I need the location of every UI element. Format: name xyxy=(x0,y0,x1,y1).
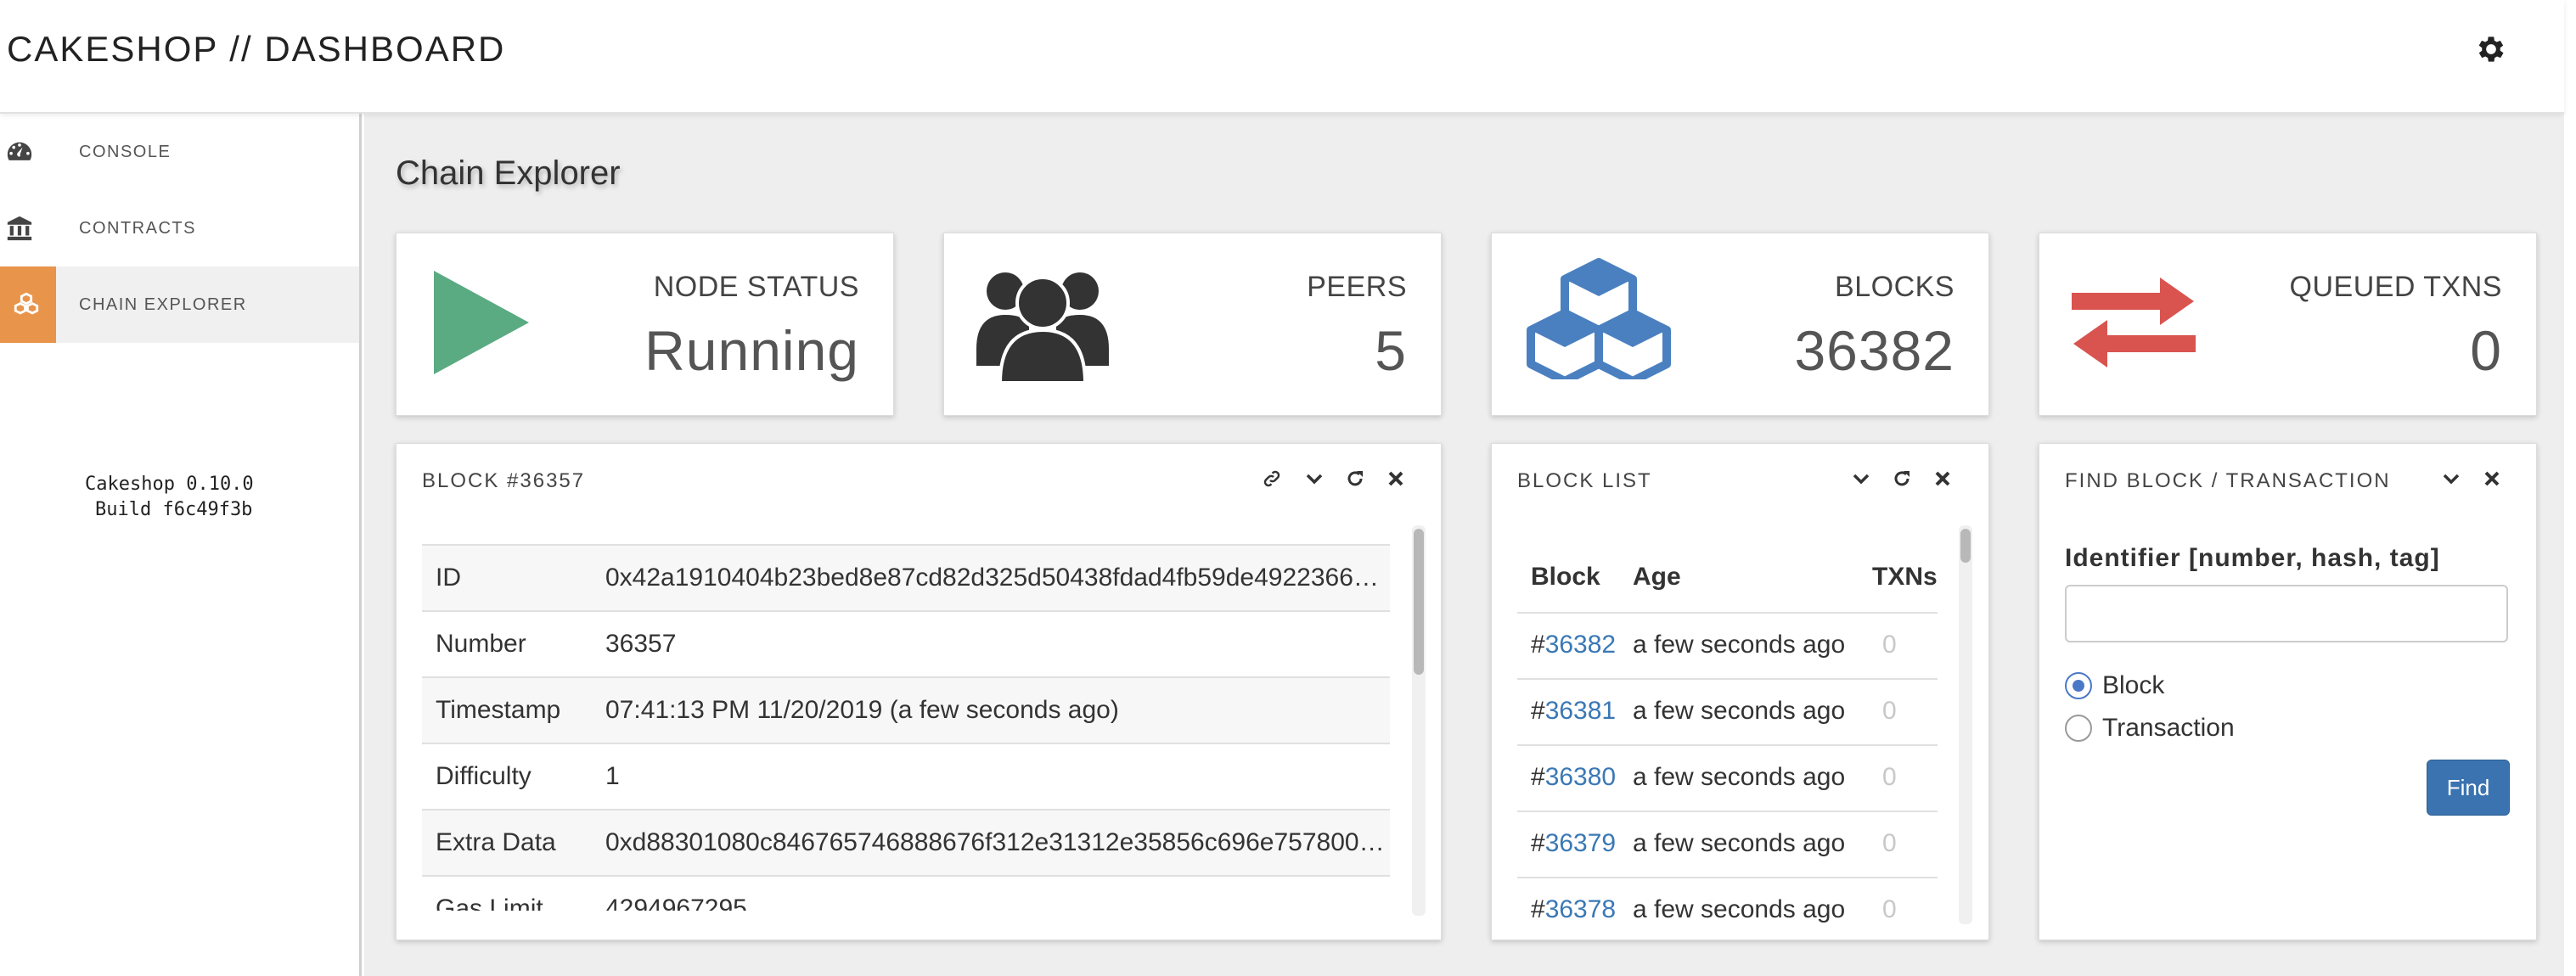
identifier-input[interactable] xyxy=(2065,585,2508,642)
column-header-age[interactable]: Age xyxy=(1633,563,1681,592)
block-list-row: #36380 a few seconds ago 0 xyxy=(1517,744,1938,811)
detail-row-number: Number 36357 xyxy=(422,610,1390,676)
sidebar-item-label: CONSOLE xyxy=(79,142,172,161)
radio-button[interactable] xyxy=(2065,715,2092,742)
stat-label: PEERS xyxy=(1307,271,1407,303)
detail-row-difficulty: Difficulty 1 xyxy=(422,743,1390,809)
users-group-icon xyxy=(976,272,1109,383)
detail-row-extra-data: Extra Data 0xd88301080c846765746888676f3… xyxy=(422,809,1390,875)
app-title: CAKESHOP // DASHBOARD xyxy=(7,29,506,69)
find-widget: FIND BLOCK / TRANSACTION Identifier [num… xyxy=(2039,443,2537,940)
sidebar-item-chain-explorer[interactable]: CHAIN EXPLORER xyxy=(0,266,359,343)
link-icon[interactable] xyxy=(1259,466,1285,491)
widget-title: FIND BLOCK / TRANSACTION xyxy=(2065,469,2391,492)
find-button[interactable]: Find xyxy=(2427,760,2510,816)
block-list-row: #36379 a few seconds ago 0 xyxy=(1517,811,1938,877)
block-list-widget: BLOCK LIST Block Age TXNs #36382 a few s… xyxy=(1491,443,1989,940)
queued-txns-card: QUEUED TXNS 0 xyxy=(2039,233,2537,416)
build-line: Build f6c49f3b xyxy=(95,499,253,520)
detail-row-id: ID 0x42a1910404b23bed8e87cd82d325d50438f… xyxy=(422,544,1390,610)
identifier-label: Identifier [number, hash, tag] xyxy=(2065,544,2440,572)
scrollbar-thumb[interactable] xyxy=(1960,529,1971,563)
gear-icon[interactable] xyxy=(2474,32,2508,66)
stat-value: 0 xyxy=(2470,319,2502,382)
scrollbar[interactable] xyxy=(1959,525,1972,924)
sidebar: CONSOLE CONTRACTS CHAIN EXPLORER Cakesho… xyxy=(0,114,362,976)
page-title: Chain Explorer xyxy=(396,154,621,192)
widget-title: BLOCK LIST xyxy=(1517,469,1652,492)
chevron-down-icon[interactable] xyxy=(1302,466,1327,491)
cubes-icon xyxy=(14,292,39,315)
stat-label: NODE STATUS xyxy=(653,271,859,303)
stat-value: Running xyxy=(644,319,859,382)
block-link[interactable]: 36380 xyxy=(1545,763,1616,791)
block-list-row: #36381 a few seconds ago 0 xyxy=(1517,678,1938,744)
close-icon[interactable] xyxy=(1383,466,1409,491)
column-header-txns[interactable]: TXNs xyxy=(1872,563,1938,592)
peers-card: PEERS 5 xyxy=(943,233,1442,416)
play-icon xyxy=(434,271,529,374)
exchange-arrows-icon xyxy=(2072,278,2196,367)
bank-building-icon xyxy=(7,216,32,241)
block-detail-table: ID 0x42a1910404b23bed8e87cd82d325d50438f… xyxy=(422,537,1432,911)
radio-option-transaction[interactable]: Transaction xyxy=(2065,714,2235,743)
sidebar-item-contracts[interactable]: CONTRACTS xyxy=(0,190,359,266)
block-link[interactable]: 36382 xyxy=(1545,631,1616,659)
detail-row-timestamp: Timestamp 07:41:13 PM 11/20/2019 (a few … xyxy=(422,676,1390,743)
scrollbar-thumb[interactable] xyxy=(1414,529,1424,675)
cubes-icon xyxy=(1527,258,1671,379)
sidebar-item-label: CONTRACTS xyxy=(79,218,196,238)
chevron-down-icon[interactable] xyxy=(1848,466,1874,491)
stat-label: BLOCKS xyxy=(1835,271,1954,303)
block-list-row: #36382 a few seconds ago 0 xyxy=(1517,612,1938,678)
radio-button-selected[interactable] xyxy=(2065,672,2092,699)
scrollbar[interactable] xyxy=(1412,525,1426,916)
block-link[interactable]: 36381 xyxy=(1545,697,1616,725)
stat-value: 36382 xyxy=(1794,319,1954,382)
refresh-icon[interactable] xyxy=(1342,466,1368,491)
detail-row-gas-limit: Gas Limit 4294967295 xyxy=(422,875,1390,911)
block-list-row: #36378 a few seconds ago 0 xyxy=(1517,877,1938,933)
node-status-card: NODE STATUS Running xyxy=(396,233,894,416)
block-detail-widget: BLOCK #36357 ID 0x42a1910404b23bed8e87cd… xyxy=(396,443,1442,940)
stat-value: 5 xyxy=(1375,319,1407,382)
close-icon[interactable] xyxy=(1930,466,1955,491)
chevron-down-icon[interactable] xyxy=(2438,466,2464,491)
refresh-icon[interactable] xyxy=(1889,466,1915,491)
block-link[interactable]: 36379 xyxy=(1545,829,1616,857)
version-line: Cakeshop 0.10.0 xyxy=(85,474,254,495)
stat-label: QUEUED TXNS xyxy=(2289,271,2502,303)
close-icon[interactable] xyxy=(2479,466,2505,491)
main-content: Chain Explorer NODE STATUS Running PEERS… xyxy=(364,114,2564,976)
sidebar-item-label: CHAIN EXPLORER xyxy=(79,294,247,314)
blocks-card: BLOCKS 36382 xyxy=(1491,233,1989,416)
dashboard-gauge-icon xyxy=(7,142,32,160)
block-link[interactable]: 36378 xyxy=(1545,895,1616,923)
radio-option-block[interactable]: Block xyxy=(2065,671,2164,700)
widget-title: BLOCK #36357 xyxy=(422,469,586,492)
column-header-block[interactable]: Block xyxy=(1531,563,1600,592)
sidebar-item-console[interactable]: CONSOLE xyxy=(0,114,359,190)
top-bar: CAKESHOP // DASHBOARD xyxy=(0,0,2564,114)
